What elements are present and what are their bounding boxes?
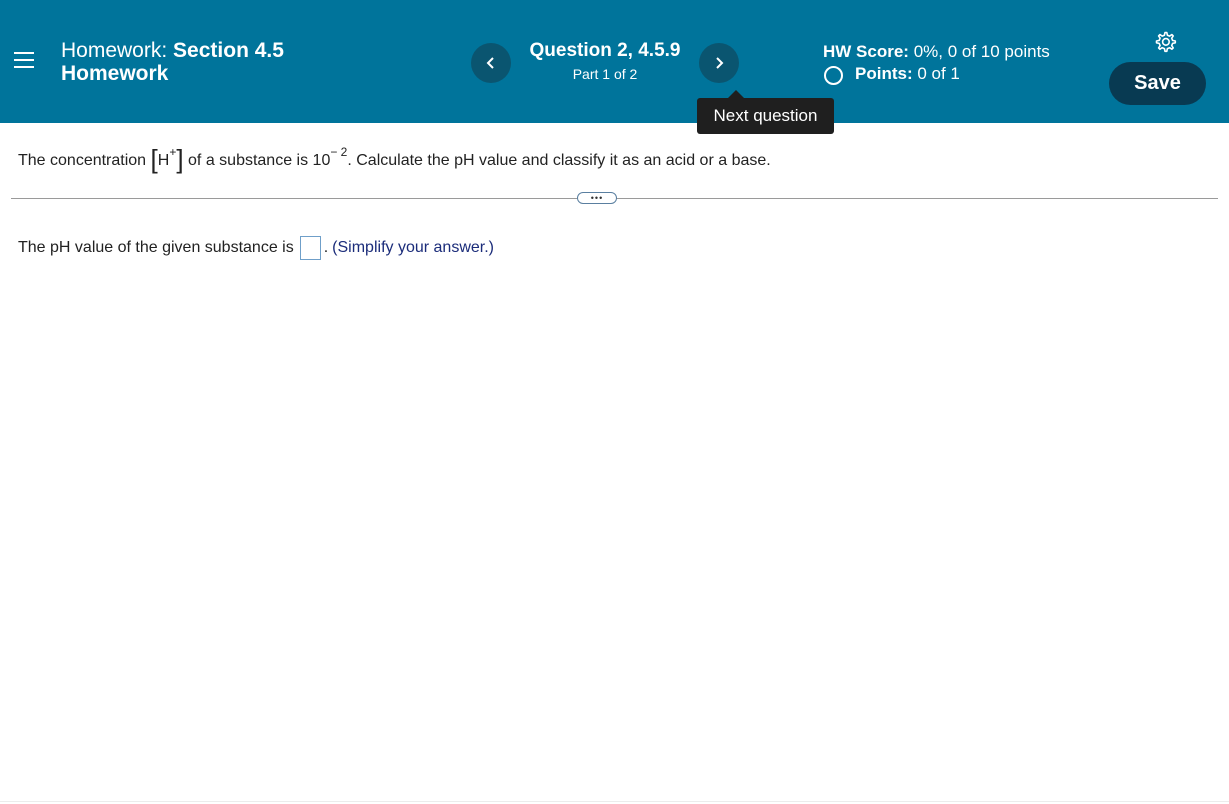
species-charge: + (169, 145, 177, 159)
bottom-divider (0, 801, 1229, 802)
points-label: Points: (855, 64, 913, 83)
points-value: 0 of 1 (917, 64, 960, 83)
left-bracket: [ (150, 144, 158, 174)
homework-label: Homework: (61, 39, 168, 62)
right-bracket: ] (176, 144, 184, 174)
answer-period: . (323, 239, 329, 256)
simplify-hint: (Simplify your answer.) (332, 239, 494, 256)
expand-more-button[interactable]: ••• (577, 192, 617, 204)
question-text-end: . Calculate the pH value and classify it… (347, 152, 771, 169)
chevron-right-icon (716, 57, 724, 69)
question-text-start: The concentration (18, 152, 147, 169)
chevron-left-icon (486, 57, 494, 69)
homework-title: Homework: Section 4.5 Homework (61, 39, 284, 85)
next-question-button[interactable] (699, 43, 739, 83)
ph-answer-input[interactable] (299, 236, 321, 260)
exponent: − 2 (330, 145, 348, 159)
answer-prompt: The pH value of the given substance is (18, 239, 294, 256)
question-text-middle: of a substance is 10 (188, 152, 331, 169)
hw-score-label: HW Score: (823, 42, 909, 61)
answer-row: The pH value of the given substance is .… (18, 235, 494, 261)
save-button[interactable]: Save (1109, 62, 1206, 105)
hw-score-value: 0%, 0 of 10 points (913, 42, 1050, 61)
question-text: The concentration [H+] of a substance is… (18, 137, 771, 176)
score-panel: HW Score: 0%, 0 of 10 points Points: 0 o… (823, 41, 1050, 85)
species: H (157, 152, 170, 169)
menu-icon[interactable] (14, 52, 34, 70)
next-question-tooltip: Next question (697, 90, 834, 134)
section-title-line2: Homework (61, 62, 169, 85)
gear-icon[interactable] (1153, 30, 1177, 54)
question-title: Question 2, 4.5.9 (529, 40, 681, 61)
question-part: Part 1 of 2 (572, 66, 638, 82)
top-bar: Homework: Section 4.5 Homework Question … (0, 0, 1229, 123)
question-info: Question 2, 4.5.9 Part 1 of 2 (505, 40, 705, 84)
section-title: Section 4.5 (173, 39, 284, 62)
circle-icon (824, 65, 843, 85)
